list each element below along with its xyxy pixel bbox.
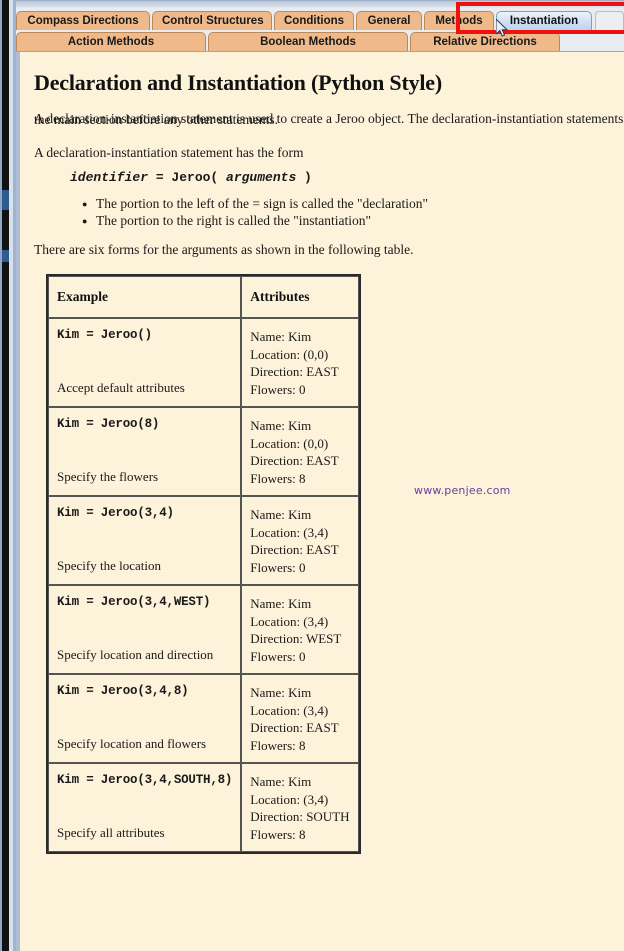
bg-blue-band (2, 190, 9, 210)
cell-example: Kim = Jeroo(3,4,8) Specify location and f… (48, 674, 242, 763)
cell-attributes: Name: Kim Location: (3,4) Direction: EAST F… (241, 496, 359, 585)
tab-conditions[interactable]: Conditions (274, 11, 354, 30)
window-title-bar-edge (16, 0, 624, 8)
tab-control-structures[interactable]: Control Structures (152, 11, 272, 30)
tab-methods[interactable]: Methods (424, 11, 494, 30)
cell-example: Kim = Jeroo(8) Specify the flowers (48, 407, 242, 496)
attribute-line: Direction: EAST (250, 453, 339, 468)
table-header-row: Example Attributes (48, 276, 359, 318)
attribute-line: Location: (0,0) (250, 346, 329, 362)
example-code: Kim = Jeroo(3,4,SOUTH,8) (57, 773, 233, 787)
table-body: Kim = Jeroo() Accept default attributes Na… (48, 318, 359, 852)
watermark: www.penjee.com (414, 484, 511, 497)
cell-attributes: Name: Kim Location: (3,4) Direction: SOUTH… (241, 763, 359, 852)
attribute-line: Location: (3,4) (250, 613, 329, 629)
tab-strip: Compass Directions Control Structures Cond… (16, 8, 624, 52)
cell-example: Kim = Jeroo() Accept default attributes (48, 318, 242, 407)
code-arguments: arguments (226, 170, 297, 185)
attribute-line: Flowers: 0 (250, 381, 306, 397)
cell-example: Kim = Jeroo(3,4,WEST) Specify location an… (48, 585, 242, 674)
bg-dark-band (2, 0, 9, 190)
example-code: Kim = Jeroo() (57, 328, 152, 342)
bullet-item: The portion to the left of the = sign is… (82, 195, 624, 213)
table-header-example: Example (48, 276, 242, 318)
attribute-line: Flowers: 8 (250, 826, 306, 842)
page-title: Declaration and Instantiation (Python St… (34, 70, 442, 95)
table-row: Kim = Jeroo(8) Specify the flowers Name: K… (48, 407, 359, 496)
example-code: Kim = Jeroo(3,4,8) (57, 684, 189, 698)
tab-row-secondary: Action Methods Boolean Methods Relative Di… (16, 30, 624, 51)
example-description: Specify location and flowers (57, 736, 207, 751)
cell-example: Kim = Jeroo(3,4,SOUTH,8) Specify all attr… (48, 763, 242, 852)
attribute-line: Direction: EAST (250, 542, 339, 557)
application-window: Compass Directions Control Structures Cond… (16, 0, 624, 951)
table-row: Kim = Jeroo(3,4) Specify the location Name… (48, 496, 359, 585)
forms-table: Example Attributes Kim = Jeroo() Accept d… (46, 274, 361, 854)
attribute-line: Flowers: 0 (250, 648, 306, 664)
attribute-line: Location: (3,4) (250, 524, 329, 540)
example-description: Accept default attributes (57, 380, 185, 395)
bg-blue-band-2 (2, 250, 9, 262)
content-pane: Declaration and Instantiation (Python St… (16, 52, 624, 951)
tab-relative-directions[interactable]: Relative Directions (410, 32, 560, 51)
attribute-line: Direction: EAST (250, 364, 339, 379)
attribute-line: Location: (0,0) (250, 435, 329, 451)
tab-instantiation[interactable]: Instantiation (496, 11, 592, 30)
example-code: Kim = Jeroo(3,4,WEST) (57, 595, 211, 609)
declaration-form-code: identifier = Jeroo( arguments ) (70, 170, 624, 185)
tab-boolean-methods[interactable]: Boolean Methods (208, 32, 408, 51)
tab-compass-directions[interactable]: Compass Directions (16, 11, 150, 30)
attribute-line: Name: Kim (250, 685, 312, 700)
attribute-line: Name: Kim (250, 507, 312, 522)
example-code: Kim = Jeroo(3,4) (57, 506, 174, 520)
attribute-line: Flowers: 0 (250, 559, 306, 575)
bg-dark-band-2 (2, 210, 9, 250)
table-lead-text: There are six forms for the arguments as… (34, 242, 414, 257)
cell-attributes: Name: Kim Location: (0,0) Direction: EAST F… (241, 318, 359, 407)
bullet-list: The portion to the left of the = sign is… (34, 195, 624, 230)
table-row: Kim = Jeroo(3,4,WEST) Specify location an… (48, 585, 359, 674)
table-row: Kim = Jeroo(3,4,SOUTH,8) Specify all attr… (48, 763, 359, 852)
code-close: ) (296, 170, 312, 185)
attribute-line: Name: Kim (250, 596, 312, 611)
cell-attributes: Name: Kim Location: (0,0) Direction: EAST F… (241, 407, 359, 496)
table-row: Kim = Jeroo(3,4,8) Specify location and f… (48, 674, 359, 763)
example-description: Specify all attributes (57, 825, 165, 840)
tab-strip-filler (595, 11, 624, 30)
form-lead-text: A declaration-instantiation statement ha… (34, 145, 304, 160)
code-middle: = Jeroo( (148, 170, 227, 185)
attribute-line: Direction: EAST (250, 720, 339, 735)
attribute-line: Direction: WEST (250, 631, 342, 646)
table-header-attributes: Attributes (241, 276, 359, 318)
tab-row-primary: Compass Directions Control Structures Cond… (16, 9, 624, 30)
attribute-line: Direction: SOUTH (250, 809, 350, 824)
attribute-line: Name: Kim (250, 329, 312, 344)
example-code: Kim = Jeroo(8) (57, 417, 160, 431)
attribute-line: Name: Kim (250, 418, 312, 433)
example-description: Specify the flowers (57, 469, 159, 484)
code-identifier: identifier (70, 170, 149, 185)
tab-general[interactable]: General (356, 11, 422, 30)
cell-attributes: Name: Kim Location: (3,4) Direction: EAST F… (241, 674, 359, 763)
bullet-item: The portion to the right is called the "… (82, 212, 624, 230)
bg-dark-band-3 (2, 262, 9, 951)
tab-action-methods[interactable]: Action Methods (16, 32, 206, 51)
cell-example: Kim = Jeroo(3,4) Specify the location (48, 496, 242, 585)
attribute-line: Location: (3,4) (250, 791, 329, 807)
mouse-cursor (495, 17, 510, 39)
cell-attributes: Name: Kim Location: (3,4) Direction: WEST F… (241, 585, 359, 674)
table-row: Kim = Jeroo() Accept default attributes Na… (48, 318, 359, 407)
example-description: Specify location and direction (57, 647, 214, 662)
attribute-line: Flowers: 8 (250, 470, 306, 486)
attribute-line: Flowers: 8 (250, 737, 306, 753)
example-description: Specify the location (57, 558, 161, 573)
attribute-line: Location: (3,4) (250, 702, 329, 718)
attribute-line: Name: Kim (250, 774, 312, 789)
